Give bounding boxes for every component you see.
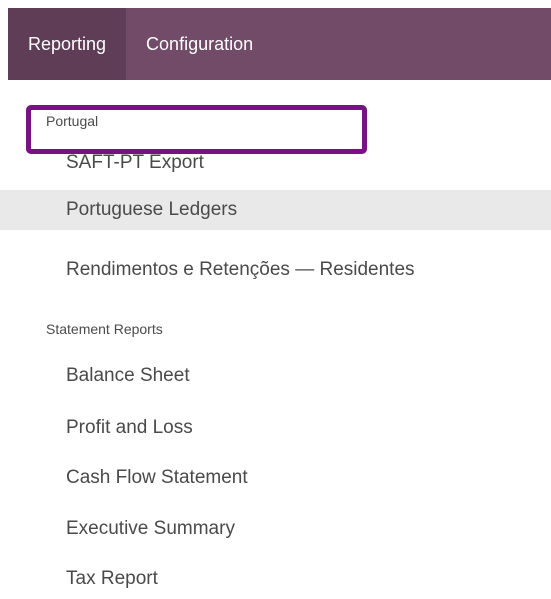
section-header-statement-reports: Statement Reports <box>46 321 163 337</box>
menu-item-rendimentos-e-retencoes[interactable]: Rendimentos e Retenções — Residentes <box>0 250 551 290</box>
top-menu-bar: Reporting Configuration <box>8 8 551 80</box>
tab-configuration[interactable]: Configuration <box>126 8 273 80</box>
menu-item-portuguese-ledgers[interactable]: Portuguese Ledgers <box>0 190 551 230</box>
menu-item-profit-and-loss[interactable]: Profit and Loss <box>0 408 551 448</box>
menu-item-tax-report[interactable]: Tax Report <box>0 559 551 599</box>
menu-item-cash-flow-statement[interactable]: Cash Flow Statement <box>0 458 551 498</box>
section-header-portugal: Portugal <box>46 113 99 129</box>
menu-item-balance-sheet[interactable]: Balance Sheet <box>0 356 551 396</box>
menu-item-executive-summary[interactable]: Executive Summary <box>0 509 551 549</box>
reporting-dropdown-menu: Portugal SAFT-PT Export Portuguese Ledge… <box>0 80 551 594</box>
menu-item-saft-pt-export[interactable]: SAFT-PT Export <box>0 143 551 183</box>
tab-reporting[interactable]: Reporting <box>8 8 127 80</box>
